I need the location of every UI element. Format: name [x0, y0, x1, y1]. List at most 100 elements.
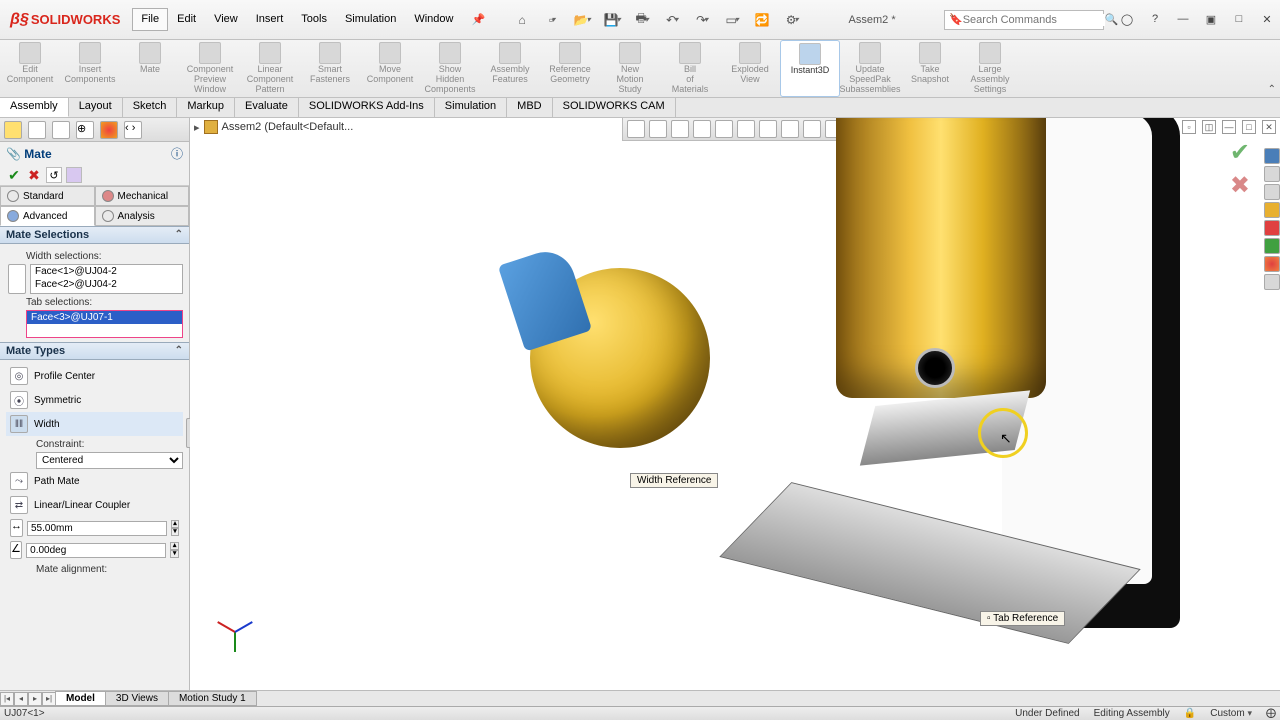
- section-mate-types[interactable]: Mate Types⌃: [0, 342, 189, 360]
- ribbon-reference-geometry[interactable]: ReferenceGeometry: [540, 40, 600, 97]
- ribbon-mate[interactable]: Mate: [120, 40, 180, 97]
- confirm-ok-icon[interactable]: ✔: [1230, 138, 1250, 167]
- confirm-cancel-icon[interactable]: ✖: [1230, 171, 1250, 200]
- bottom-tab-motion[interactable]: Motion Study 1: [168, 691, 257, 706]
- status-rebuild-icon[interactable]: ⨁: [1266, 708, 1276, 719]
- search-input[interactable]: [963, 14, 1105, 26]
- cmdtab-mbd[interactable]: MBD: [507, 98, 552, 117]
- breadcrumb-text[interactable]: Assem2 (Default<Default...: [222, 121, 354, 133]
- orientation-triad[interactable]: [216, 614, 256, 654]
- undo-icon[interactable]: ↶▾: [664, 12, 680, 28]
- more-tabs-icon[interactable]: ‹ ›: [124, 121, 142, 139]
- cancel-button[interactable]: ✖: [26, 167, 42, 183]
- cmdtab-solidworks-cam[interactable]: SOLIDWORKS CAM: [553, 98, 676, 117]
- config-tab-icon[interactable]: [52, 121, 70, 139]
- prev-view-icon[interactable]: [671, 120, 689, 138]
- search-icon[interactable]: 🔍: [1105, 13, 1119, 26]
- options-icon[interactable]: ⚙▾: [784, 12, 800, 28]
- opt-width[interactable]: ‖‖Width: [6, 412, 183, 436]
- tab-standard[interactable]: Standard: [0, 186, 95, 206]
- taskpane-forum-icon[interactable]: [1264, 256, 1280, 272]
- home-icon[interactable]: ⌂: [514, 12, 530, 28]
- cmdtab-layout[interactable]: Layout: [69, 98, 123, 117]
- open-icon[interactable]: 📂▾: [574, 12, 590, 28]
- graphics-viewport[interactable]: ▸ Assem2 (Default<Default... ▫ ◫ — □ ✕ ✔…: [190, 118, 1280, 690]
- menu-pin-icon[interactable]: 📌: [462, 8, 494, 31]
- ribbon-take-snapshot[interactable]: TakeSnapshot: [900, 40, 960, 97]
- feature-tree-icon[interactable]: [4, 121, 22, 139]
- new-icon[interactable]: ▫▾: [544, 12, 560, 28]
- vp-close-icon[interactable]: ✕: [1262, 120, 1276, 134]
- section-view-icon[interactable]: [693, 120, 711, 138]
- ribbon-assembly-features[interactable]: AssemblyFeatures: [480, 40, 540, 97]
- ribbon-large-assembly-settings[interactable]: LargeAssemblySettings: [960, 40, 1020, 97]
- taskpane-cam-icon[interactable]: [1264, 274, 1280, 290]
- cmdtab-sketch[interactable]: Sketch: [123, 98, 178, 117]
- model-component-left[interactable]: [500, 248, 720, 468]
- taskpane-resources-icon[interactable]: [1264, 148, 1280, 164]
- bore-feature[interactable]: [915, 348, 955, 388]
- user-icon[interactable]: ◯: [1118, 13, 1136, 26]
- ribbon-exploded-view[interactable]: ExplodedView: [720, 40, 780, 97]
- dimxpert-tab-icon[interactable]: ⊕: [76, 121, 94, 139]
- cmdtab-evaluate[interactable]: Evaluate: [235, 98, 299, 117]
- width-selections-list[interactable]: Face<1>@UJ04-2 Face<2>@UJ04-2: [30, 264, 183, 294]
- tab-mechanical[interactable]: Mechanical: [95, 186, 190, 206]
- cmdtab-simulation[interactable]: Simulation: [435, 98, 507, 117]
- ribbon-insert-components[interactable]: InsertComponents: [60, 40, 120, 97]
- breadcrumb[interactable]: ▸ Assem2 (Default<Default...: [194, 120, 353, 134]
- cmdtab-solidworks-add-ins[interactable]: SOLIDWORKS Add-Ins: [299, 98, 435, 117]
- status-lock-icon[interactable]: 🔒: [1184, 708, 1196, 719]
- tab-first-icon[interactable]: |◂: [0, 692, 14, 706]
- bottom-tab-3dviews[interactable]: 3D Views: [105, 691, 169, 706]
- align-opposite-icon[interactable]: [66, 577, 84, 591]
- appearance-tab-icon[interactable]: [100, 121, 118, 139]
- section-mate-selections[interactable]: Mate Selections⌃: [0, 226, 189, 244]
- width-face-1[interactable]: Face<1>@UJ04-2: [31, 265, 182, 278]
- tab-selections-list[interactable]: Face<3>@UJ07-1: [26, 310, 183, 338]
- ribbon-smart-fasteners[interactable]: SmartFasteners: [300, 40, 360, 97]
- rebuild-icon[interactable]: 🔁: [754, 12, 770, 28]
- align-same-icon[interactable]: [46, 577, 64, 591]
- ribbon-linear-component-pattern[interactable]: LinearComponentPattern: [240, 40, 300, 97]
- status-units[interactable]: Custom ▾: [1210, 708, 1252, 719]
- maximize-icon[interactable]: □: [1230, 13, 1248, 26]
- opt-path-mate[interactable]: ⤳Path Mate: [6, 469, 183, 493]
- print-icon[interactable]: 🖶▾: [634, 12, 650, 28]
- bottom-tab-model[interactable]: Model: [55, 691, 106, 706]
- ribbon-collapse-icon[interactable]: ⌃: [1268, 84, 1276, 95]
- distance-input[interactable]: [27, 521, 167, 536]
- select-icon[interactable]: ▭▾: [724, 12, 740, 28]
- zoom-fit-icon[interactable]: [627, 120, 645, 138]
- angle-input[interactable]: [26, 543, 166, 558]
- tab-next-icon[interactable]: ▸: [28, 692, 42, 706]
- vp-link-icon[interactable]: ◫: [1202, 120, 1216, 134]
- ribbon-bill-of-materials[interactable]: BillofMaterials: [660, 40, 720, 97]
- distance-spinner[interactable]: ▴▾: [171, 520, 179, 536]
- ribbon-show-hidden-components[interactable]: ShowHiddenComponents: [420, 40, 480, 97]
- menu-view[interactable]: View: [205, 8, 247, 31]
- vp-min-icon[interactable]: —: [1222, 120, 1236, 134]
- minimize-icon[interactable]: —: [1174, 13, 1192, 26]
- width-reference-callout[interactable]: Width Reference: [630, 473, 718, 488]
- opt-linear-coupler[interactable]: ⇄Linear/Linear Coupler: [6, 493, 183, 517]
- taskpane-custom-props-icon[interactable]: [1264, 238, 1280, 254]
- tab-face-1[interactable]: Face<3>@UJ07-1: [27, 311, 182, 324]
- ribbon-edit-component[interactable]: EditComponent: [0, 40, 60, 97]
- tab-prev-icon[interactable]: ◂: [14, 692, 28, 706]
- menu-insert[interactable]: Insert: [247, 8, 293, 31]
- pushpin-icon[interactable]: ↺: [46, 167, 62, 183]
- help-icon[interactable]: ?: [1146, 13, 1164, 26]
- view-orient-icon[interactable]: [715, 120, 733, 138]
- angle-spinner[interactable]: ▴▾: [170, 542, 179, 558]
- close-icon[interactable]: ✕: [1258, 13, 1276, 26]
- menu-simulation[interactable]: Simulation: [336, 8, 405, 31]
- width-entity-icon[interactable]: [8, 264, 26, 294]
- tab-advanced[interactable]: Advanced: [0, 206, 95, 226]
- menu-window[interactable]: Window: [405, 8, 462, 31]
- ribbon-update-speedpak-subassemblies[interactable]: UpdateSpeedPakSubassemblies: [840, 40, 900, 97]
- restore-icon[interactable]: ▣: [1202, 13, 1220, 26]
- taskpane-file-explorer-icon[interactable]: [1264, 184, 1280, 200]
- tab-reference-callout[interactable]: ▫ Tab Reference: [980, 611, 1065, 626]
- opt-profile-center[interactable]: ◎Profile Center: [6, 364, 183, 388]
